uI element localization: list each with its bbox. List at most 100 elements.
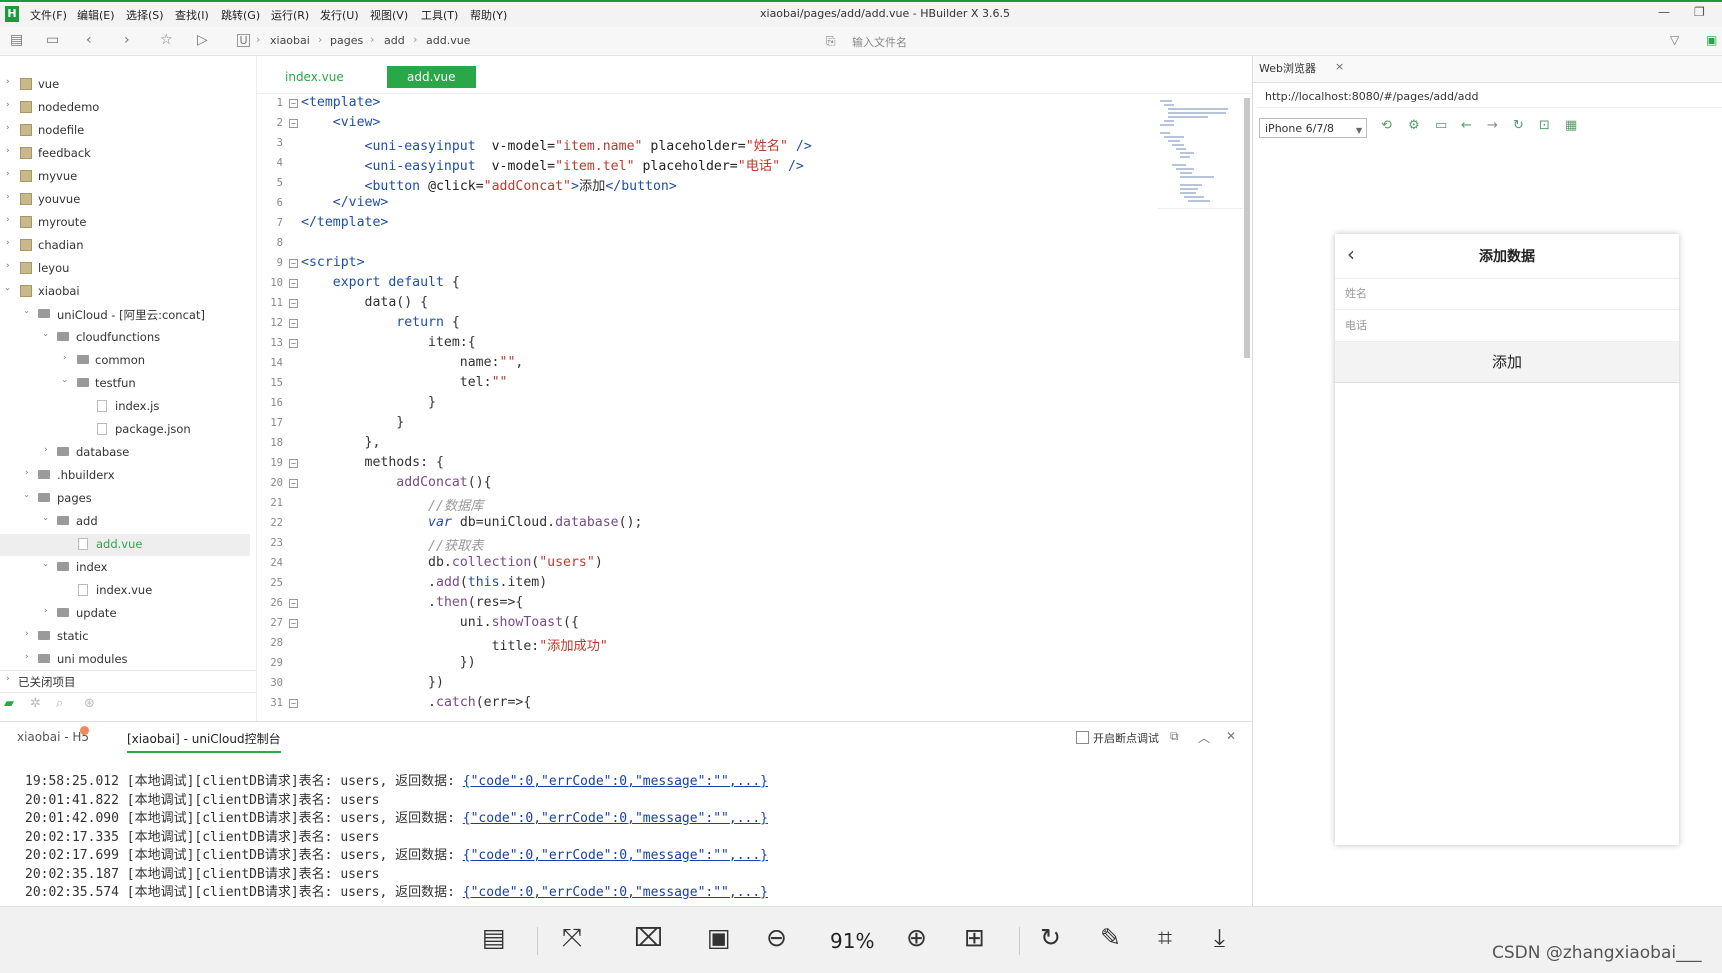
tree-item-add[interactable]: › add [0, 511, 250, 533]
tab-web-browser[interactable]: Web浏览器 [1259, 60, 1316, 76]
log-link[interactable]: {"code":0,"errCode":0,"message":"",...} [463, 811, 768, 826]
menu-file[interactable]: 文件(F) [30, 7, 67, 23]
tree-item-leyou[interactable]: › leyou [0, 258, 250, 280]
tree-item-index[interactable]: › index [0, 557, 250, 579]
tree-item-nodefile[interactable]: › nodefile [0, 120, 250, 142]
maximize-icon[interactable]: ❐ [1694, 5, 1705, 19]
layout-icon[interactable]: ▤ [482, 923, 506, 952]
breakpoint-checkbox[interactable] [1076, 731, 1089, 744]
chevron-up-icon[interactable]: ︿ [1198, 729, 1210, 746]
tree-item-cloudfunctions[interactable]: › cloudfunctions [0, 327, 250, 349]
tree-item-add-vue[interactable]: add.vue [0, 534, 250, 556]
tree-item-feedback[interactable]: › feedback [0, 143, 250, 165]
code-editor[interactable]: 1− <template> 2− <view> 3 <uni-easyinput … [257, 94, 1242, 718]
back-arrow-icon[interactable]: ← [1461, 118, 1472, 133]
menu-goto[interactable]: 跳转(G) [221, 7, 260, 23]
tree-item-chadian[interactable]: › chadian [0, 235, 250, 257]
file-search-input[interactable]: 输入文件名 [852, 34, 907, 50]
name-input[interactable]: 姓名 [1335, 278, 1679, 310]
refresh-icon[interactable]: ↻ [1513, 118, 1524, 133]
crop-icon[interactable]: ⌗ [1158, 923, 1172, 953]
fold-icon[interactable]: − [289, 319, 298, 328]
fold-icon[interactable]: − [289, 299, 298, 308]
tree-item-database[interactable]: › database [0, 442, 250, 464]
fold-icon[interactable]: − [289, 479, 298, 488]
breadcrumb-add[interactable]: add [384, 34, 405, 47]
fold-icon[interactable]: − [289, 119, 298, 128]
forward-arrow-icon[interactable]: → [1487, 118, 1498, 133]
fold-icon[interactable]: − [289, 279, 298, 288]
tree-item-hbuilderx[interactable]: › .hbuilderx [0, 465, 250, 487]
project-manager-icon[interactable]: ▰ [4, 696, 14, 711]
menu-publish[interactable]: 发行(U) [320, 7, 359, 23]
fold-icon[interactable]: − [289, 619, 298, 628]
tel-input[interactable]: 电话 [1335, 310, 1679, 342]
fullscreen-icon[interactable]: ▣ [707, 923, 731, 952]
console-icon[interactable]: ▭ [1435, 118, 1447, 133]
menu-edit[interactable]: 编辑(E) [77, 7, 115, 23]
filter-icon[interactable]: ▽ [1670, 33, 1679, 47]
breadcrumb-file[interactable]: add.vue [426, 34, 470, 47]
tree-item-testfun[interactable]: › testfun [0, 373, 250, 395]
tree-item-common[interactable]: › common [0, 350, 250, 372]
menu-select[interactable]: 选择(S) [126, 7, 164, 23]
breadcrumb-project[interactable]: xiaobai [270, 34, 310, 47]
tree-item-index-js[interactable]: index.js [0, 396, 250, 418]
tree-item-myroute[interactable]: › myroute [0, 212, 250, 234]
rotate-icon[interactable]: ↻ [1040, 923, 1061, 952]
close-icon[interactable]: × [1335, 60, 1344, 73]
tree-item-unicloud[interactable]: › uniCloud - [阿里云:concat] [0, 304, 250, 326]
forward-icon[interactable]: › [124, 32, 130, 48]
search-icon[interactable]: ⌕ [56, 696, 63, 711]
actual-size-icon[interactable]: ⊞ [964, 923, 985, 952]
tree-item-uni-modules[interactable]: › uni modules [0, 649, 250, 671]
breadcrumb-pages[interactable]: pages [330, 34, 363, 47]
device-select[interactable]: iPhone 6/7/8 ▼ [1259, 118, 1367, 138]
fold-icon[interactable]: − [289, 259, 298, 268]
external-window-icon[interactable]: ⧉ [1170, 729, 1179, 744]
run-icon[interactable]: ▷ [197, 32, 208, 48]
tree-item-package-json[interactable]: package.json [0, 419, 250, 441]
ocr-icon[interactable]: ⌧ [634, 923, 663, 952]
clear-console-icon[interactable]: ✕ [1226, 729, 1236, 743]
fold-icon[interactable]: − [289, 699, 298, 708]
menu-run[interactable]: 运行(R) [271, 7, 309, 23]
back-icon[interactable]: ‹ [86, 32, 92, 48]
settings-icon[interactable]: ⚙ [1408, 118, 1420, 133]
tab-unicloud-console[interactable]: [xiaobai] - uniCloud控制台 [127, 730, 281, 753]
tree-item-static[interactable]: › static [0, 626, 250, 648]
editor-scrollbar[interactable] [1244, 98, 1250, 358]
minimize-icon[interactable]: — [1658, 5, 1670, 19]
add-button[interactable]: 添加 [1335, 342, 1679, 383]
download-icon[interactable]: ⤓ [1214, 923, 1225, 953]
zoom-in-icon[interactable]: ⊕ [906, 923, 927, 952]
tree-item-index-vue[interactable]: index.vue [0, 580, 250, 602]
tree-item-myvue[interactable]: › myvue [0, 166, 250, 188]
star-icon[interactable]: ☆ [160, 32, 173, 48]
menu-help[interactable]: 帮助(Y) [470, 7, 507, 23]
preview-icon[interactable]: ▣ [1706, 33, 1717, 47]
tab-add-vue[interactable]: add.vue [387, 66, 476, 88]
closed-projects[interactable]: › 已关闭项目 [0, 670, 257, 693]
fold-icon[interactable]: − [289, 599, 298, 608]
tree-item-update[interactable]: › update [0, 603, 250, 625]
rotate-device-icon[interactable]: ⟲ [1381, 118, 1392, 133]
fold-icon[interactable]: − [289, 459, 298, 468]
log-link[interactable]: {"code":0,"errCode":0,"message":"",...} [463, 848, 768, 863]
log-link[interactable]: {"code":0,"errCode":0,"message":"",...} [463, 885, 768, 900]
tab-index-vue[interactable]: index.vue [265, 66, 364, 88]
tree-item-nodedemo[interactable]: › nodedemo [0, 97, 250, 119]
tree-item-xiaobai[interactable]: › xiaobai [0, 281, 250, 303]
save-icon[interactable]: ▭ [46, 32, 59, 48]
tree-item-pages[interactable]: › pages [0, 488, 250, 510]
git-icon[interactable]: ⊛ [84, 696, 95, 711]
lock-icon[interactable]: ⊡ [1539, 118, 1550, 133]
tree-item-youvue[interactable]: › youvue [0, 189, 250, 211]
zoom-out-icon[interactable]: ⊖ [766, 923, 787, 952]
fold-icon[interactable]: − [289, 99, 298, 108]
new-file-icon[interactable]: ▤ [10, 32, 23, 48]
fit-screen-icon[interactable]: ⤧ [562, 923, 582, 953]
menu-tools[interactable]: 工具(T) [421, 7, 458, 23]
tab-h5-console[interactable]: xiaobai - H5 [17, 730, 89, 744]
fold-icon[interactable]: − [289, 339, 298, 348]
